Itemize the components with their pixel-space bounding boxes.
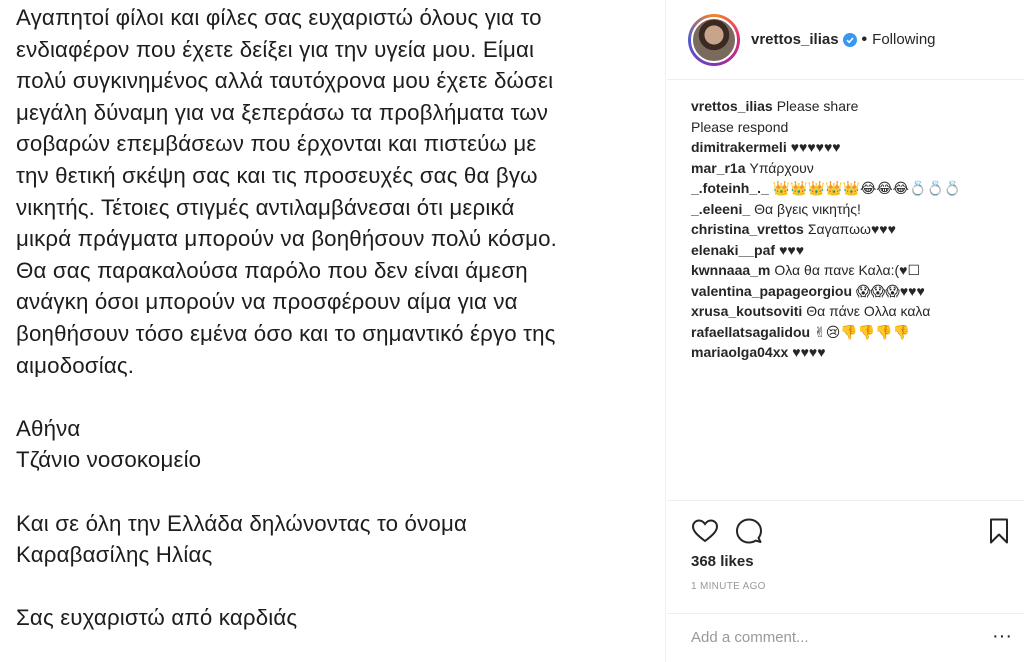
- comment-username[interactable]: mar_r1a: [691, 160, 746, 176]
- post-header: vrettos_ilias • Following: [667, 0, 1024, 80]
- comment-item: mar_r1a Υπάρχουν: [691, 158, 1011, 179]
- caption-line: Σας ευχαριστώ από καρδιάς: [16, 605, 298, 631]
- add-comment-bar: ···: [667, 613, 1024, 661]
- caption-line: βοηθήσουν τόσο εμένα όσο και το σημαντικ…: [16, 320, 556, 346]
- comment-username[interactable]: kwnnaaa_m: [691, 262, 770, 278]
- post-image: Αγαπητοί φίλοι και φίλες σας ευχαριστώ ό…: [0, 0, 666, 662]
- comment-item: kwnnaaa_m Ολα θα πανε Καλα:(♥☐: [691, 260, 1011, 281]
- comment-item: elenaki__paf ♥♥♥: [691, 240, 1011, 261]
- comment-username[interactable]: vrettos_ilias: [691, 98, 773, 114]
- comment-text: Please respond: [691, 118, 789, 135]
- comment-username[interactable]: _.eleeni_: [691, 201, 750, 217]
- comment-text: ✌😢👎👎👎👎: [814, 323, 911, 340]
- caption-line: Καραβασίλης Ηλίας: [16, 542, 213, 568]
- more-options-icon[interactable]: ···: [992, 626, 1012, 646]
- comment-text: Θα βγεις νικητής!: [754, 200, 861, 217]
- likes-count[interactable]: 368 likes: [691, 553, 754, 570]
- following-button[interactable]: Following: [872, 31, 935, 48]
- avatar-story-ring[interactable]: [688, 13, 740, 66]
- comment-item: christina_vrettos Σαγαπωω♥♥♥: [691, 219, 1011, 240]
- comment-text: Υπάρχουν: [749, 159, 814, 176]
- bookmark-icon[interactable]: [985, 517, 1013, 545]
- comment-username[interactable]: mariaolga04xx: [691, 344, 788, 360]
- caption-paragraph: Και σε όλη την Ελλάδα δηλώνοντας το όνομ…: [16, 508, 656, 571]
- comment-icon[interactable]: [735, 517, 763, 545]
- comment-text: ♥♥♥♥♥♥: [790, 139, 841, 155]
- comment-username[interactable]: _.foteinh_._: [691, 180, 769, 196]
- caption-line: ανάγκη όσοι μπορούν να προσφέρουν αίμα γ…: [16, 289, 518, 315]
- caption-line: μικρά πράγματα μπορούν να βοηθήσουν πολύ…: [16, 226, 558, 252]
- caption-paragraph: Σας ευχαριστώ από καρδιάς: [16, 602, 656, 634]
- action-icons: [691, 517, 1011, 545]
- comment-item: _.eleeni_ Θα βγεις νικητής!: [691, 199, 1011, 220]
- caption-line: σοβαρών επεμβάσεων που έρχονται και πιστ…: [16, 131, 537, 157]
- comment-text: 😱😱😱♥♥♥: [856, 282, 925, 299]
- comment-text: Ολα θα πανε Καλα:(♥☐: [774, 262, 921, 278]
- comment-text: Σαγαπωω♥♥♥: [807, 221, 896, 237]
- caption-line: πολύ συγκινημένος αλλά ταυτόχρονα μου έχ…: [16, 68, 554, 94]
- username[interactable]: vrettos_ilias: [751, 31, 839, 48]
- post-caption-image-text: Αγαπητοί φίλοι και φίλες σας ευχαριστώ ό…: [16, 2, 656, 634]
- caption-line: μεγάλη δύναμη για να ξεπεράσω τα προβλήμ…: [16, 99, 549, 125]
- comment-text: Θα πάνε Ολλα καλα: [806, 303, 931, 319]
- comment-username[interactable]: elenaki__paf: [691, 242, 775, 258]
- comment-username[interactable]: dimitrakermeli: [691, 139, 787, 155]
- comment-item: mariaolga04xx ♥♥♥♥: [691, 342, 1011, 363]
- caption-line: αιμοδοσίας.: [16, 352, 135, 378]
- separator-dot: •: [861, 30, 868, 48]
- post-timestamp[interactable]: 1 MINUTE AGO: [691, 581, 766, 592]
- caption-line: Τζάνιο νοσοκομείο: [16, 447, 202, 473]
- comment-text: Please share: [776, 98, 859, 114]
- caption-line: Θα σας παρακαλούσα παρόλο που δεν είναι …: [16, 257, 528, 283]
- caption-line: Και σε όλη την Ελλάδα δηλώνοντας το όνομ…: [16, 510, 467, 536]
- comment-item: vrettos_ilias Please share: [691, 96, 1011, 117]
- comment-text: ♥♥♥: [779, 241, 804, 258]
- comment-item: rafaellatsagalidou ✌😢👎👎👎👎: [691, 322, 1011, 343]
- comment-username[interactable]: rafaellatsagalidou: [691, 324, 810, 340]
- comment-text: 👑👑👑👑👑😂😂😂💍💍💍: [772, 180, 962, 196]
- comment-item: _.foteinh_._ 👑👑👑👑👑😂😂😂💍💍💍: [691, 178, 1011, 199]
- caption-line: Αθήνα: [16, 415, 81, 441]
- verified-badge-icon: [842, 32, 857, 47]
- comment-item: xrusa_koutsoviti Θα πάνε Ολλα καλα: [691, 301, 1011, 322]
- comment-username[interactable]: xrusa_koutsoviti: [691, 303, 802, 319]
- post-sidebar: vrettos_ilias • Following vrettos_ilias P…: [667, 0, 1024, 662]
- comment-item: valentina_papageorgiou 😱😱😱♥♥♥: [691, 281, 1011, 302]
- comment-item: Please respond: [691, 117, 1011, 138]
- add-comment-input[interactable]: [691, 629, 981, 646]
- comment-item: dimitrakermeli ♥♥♥♥♥♥: [691, 137, 1011, 158]
- caption-paragraph: Αγαπητοί φίλοι και φίλες σας ευχαριστώ ό…: [16, 2, 656, 381]
- caption-line: νικητής. Τέτοιες στιγμές αντιλαμβάνεσαι …: [16, 194, 515, 220]
- heart-icon[interactable]: [691, 517, 719, 545]
- avatar[interactable]: [691, 16, 737, 63]
- caption-line: ενδιαφέρον που έχετε δείξει για την υγεί…: [16, 36, 535, 62]
- comments-list: vrettos_ilias Please share Please respond d…: [691, 96, 1011, 363]
- caption-paragraph: Αθήνα Τζάνιο νοσοκομείο: [16, 413, 656, 476]
- comment-username[interactable]: valentina_papageorgiou: [691, 283, 852, 299]
- comment-username[interactable]: christina_vrettos: [691, 221, 804, 237]
- actions-section: 368 likes 1 MINUTE AGO ···: [667, 500, 1024, 660]
- caption-line: την θετική σκέψη σας και τις προσευχές σ…: [16, 162, 538, 188]
- comment-text: ♥♥♥♥: [792, 344, 826, 360]
- caption-line: Αγαπητοί φίλοι και φίλες σας ευχαριστώ ό…: [16, 5, 542, 30]
